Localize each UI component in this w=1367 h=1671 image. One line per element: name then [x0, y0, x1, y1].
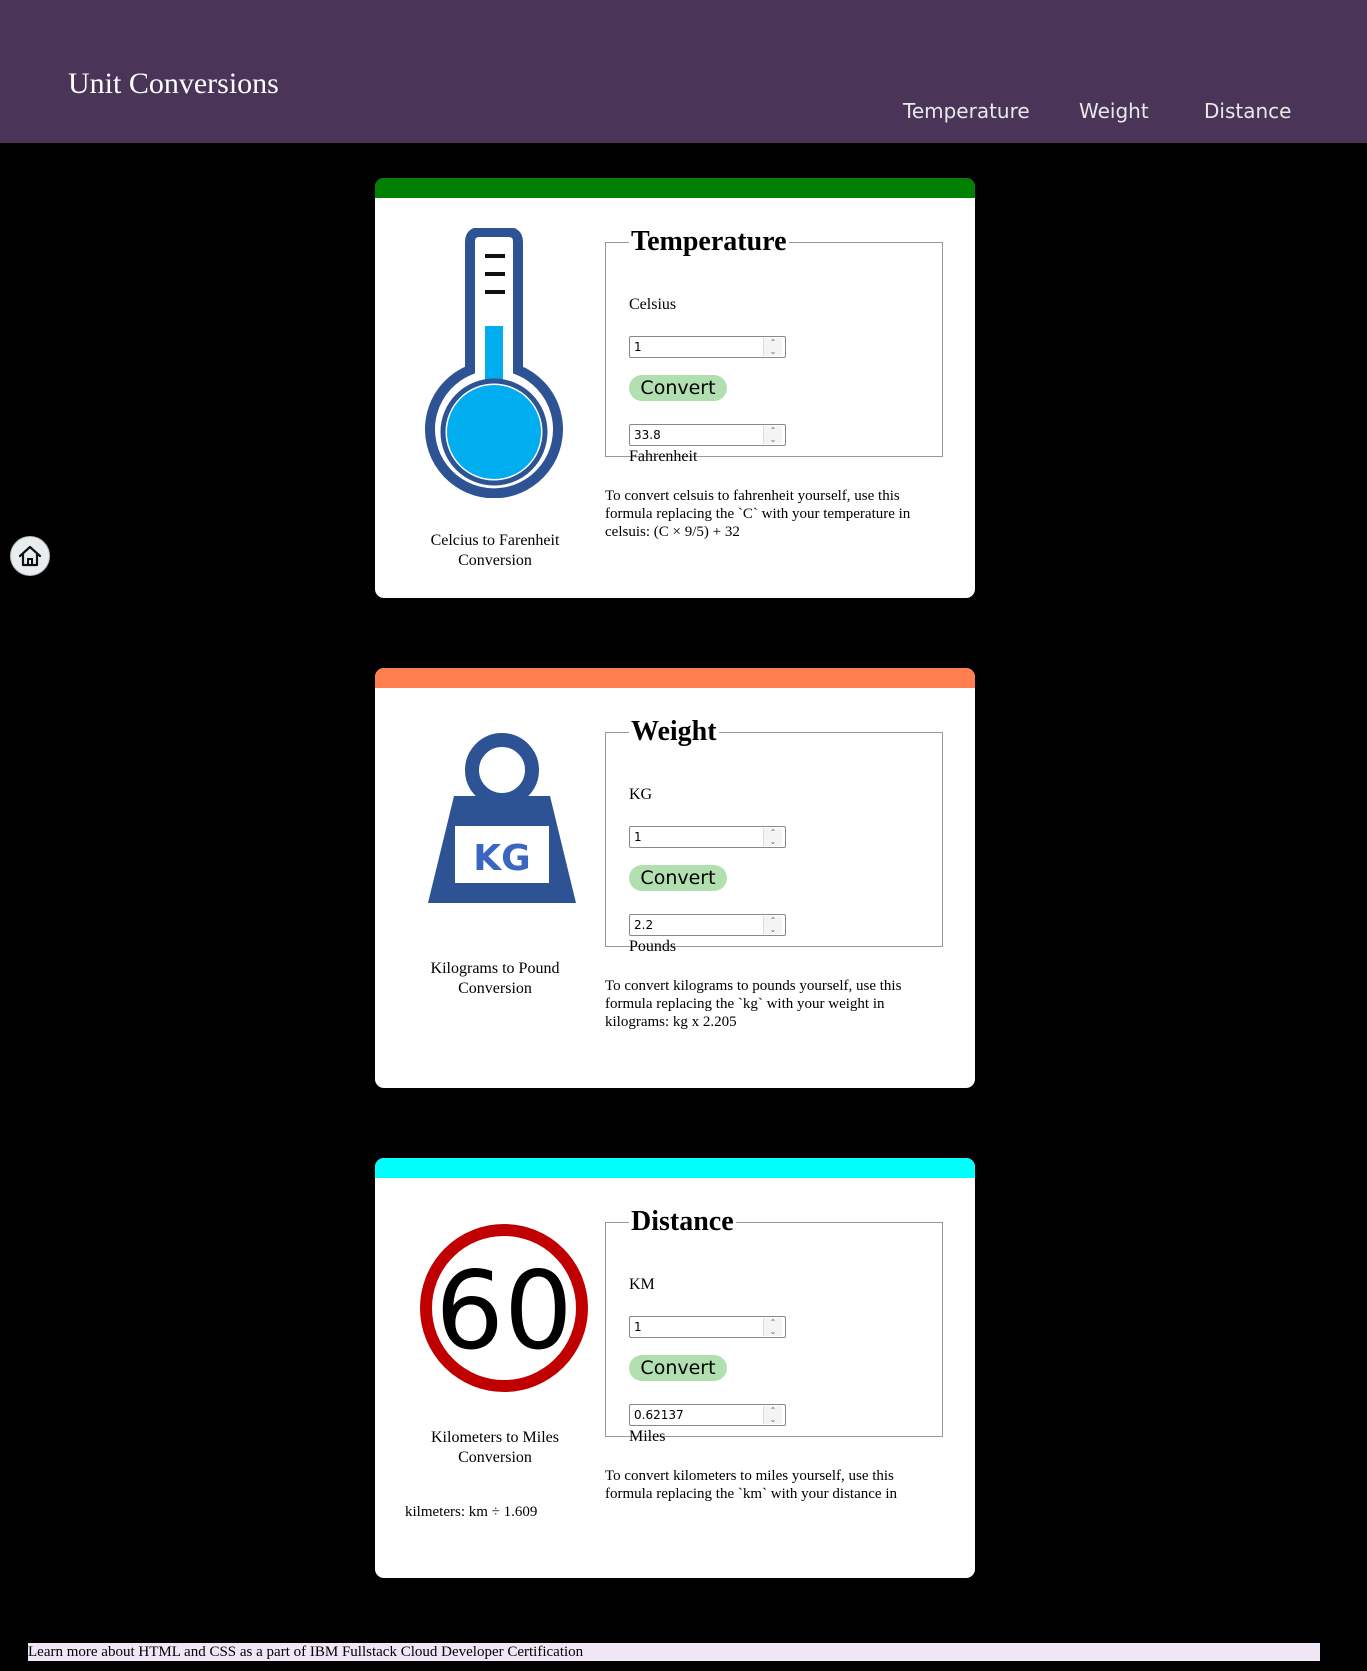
speed-limit-sign-icon: 60: [420, 1224, 588, 1392]
nav-link-distance[interactable]: Distance: [1204, 98, 1291, 125]
weight-formula: To convert kilograms to pounds yourself,…: [605, 978, 902, 1030]
nav-link-weight[interactable]: Weight: [1079, 98, 1149, 125]
temperature-legend: Temperature: [631, 226, 787, 257]
weight-convert-button[interactable]: Convert: [629, 865, 727, 891]
pounds-label: Pounds: [629, 938, 677, 955]
weight-card-accent-bar: [375, 668, 975, 688]
temperature-caption: Celcius to Farenheit Conversion: [430, 532, 560, 569]
distance-caption: Kilometers to Miles Conversion: [431, 1429, 559, 1466]
kg-label: KG: [629, 786, 653, 803]
weight-fieldset: Weight KG ⌃⌄ Convert ⌃⌄ Pounds: [605, 716, 943, 955]
kg-weight-icon: KG: [428, 733, 576, 903]
km-spinner[interactable]: ⌃ ⌄: [763, 1318, 782, 1336]
weight-legend: Weight: [631, 716, 717, 747]
temperature-card-accent-bar: [375, 178, 975, 198]
thermometer-icon: [425, 228, 563, 498]
nav-link-temperature[interactable]: Temperature: [903, 98, 1030, 125]
temperature-fieldset: Temperature Celsius ⌃⌄ Convert ⌃⌄ Fahren…: [605, 226, 943, 465]
home-icon: [18, 545, 42, 567]
distance-card-accent-bar: [375, 1158, 975, 1178]
home-button[interactable]: [10, 536, 50, 576]
fahrenheit-spinner[interactable]: ⌃ ⌄: [763, 426, 782, 444]
celsius-label: Celsius: [629, 296, 677, 313]
pounds-spinner[interactable]: ⌃ ⌄: [763, 916, 782, 934]
celsius-spinner[interactable]: ⌃ ⌄: [763, 338, 782, 356]
footer: Learn more about HTML and CSS as a part …: [28, 1643, 1320, 1661]
distance-convert-button[interactable]: Convert: [629, 1355, 727, 1381]
distance-fieldset: Distance KM ⌃⌄ Convert ⌃⌄ Miles: [605, 1206, 943, 1445]
site-title: Unit Conversions: [68, 67, 279, 100]
speed-limit-text: 60: [435, 1249, 572, 1374]
temperature-card: Celcius to Farenheit Conversion Temperat…: [375, 178, 975, 598]
distance-formula: To convert kilometers to miles yourself,…: [605, 1468, 897, 1502]
fahrenheit-label: Fahrenheit: [629, 448, 698, 465]
temperature-formula: To convert celsuis to fahrenheit yoursel…: [605, 488, 911, 540]
kg-spinner[interactable]: ⌃ ⌄: [763, 828, 782, 846]
kg-weight-text: KG: [473, 838, 530, 879]
temperature-convert-button[interactable]: Convert: [629, 375, 727, 401]
weight-caption: Kilograms to Pound Conversion: [430, 960, 560, 997]
distance-formula-overflow: kilmeters: km ÷ 1.609: [405, 1504, 538, 1520]
distance-card: 60 Kilometers to Miles Conversion kilmet…: [375, 1158, 975, 1578]
miles-spinner[interactable]: ⌃ ⌄: [763, 1406, 782, 1424]
km-label: KM: [629, 1276, 655, 1293]
footer-link[interactable]: Learn more about HTML and CSS as a part …: [28, 1644, 583, 1660]
weight-card: KG Kilograms to Pound Conversion Weight …: [375, 668, 975, 1088]
site-header: Unit Conversions Temperature Weight Dist…: [0, 0, 1367, 143]
distance-legend: Distance: [631, 1206, 734, 1237]
miles-label: Miles: [629, 1428, 666, 1445]
